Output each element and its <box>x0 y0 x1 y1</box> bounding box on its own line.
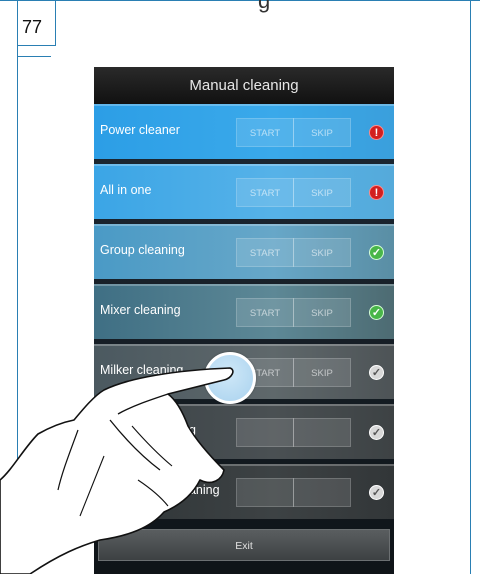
row-label: All in one <box>100 183 152 197</box>
pending-check-icon: ✓ <box>369 365 384 380</box>
row-label: Mixer cleaning <box>100 303 181 317</box>
warning-icon: ! <box>369 125 384 140</box>
cleaning-row-all-in-one: All in one START SKIP ! <box>94 164 394 219</box>
check-icon: ✓ <box>369 245 384 260</box>
page-frame-right <box>470 0 471 574</box>
page-number-underline <box>17 56 51 57</box>
screen-title: Manual cleaning <box>94 67 394 105</box>
skip-button[interactable]: SKIP <box>293 358 351 387</box>
pending-check-icon: ✓ <box>369 425 384 440</box>
cleaning-row-power-cleaner: Power cleaner START SKIP ! <box>94 104 394 159</box>
skip-button[interactable] <box>293 418 351 447</box>
skip-button[interactable]: SKIP <box>293 238 351 267</box>
row-label: Group cleaning <box>100 243 185 257</box>
skip-button[interactable]: SKIP <box>293 178 351 207</box>
start-button[interactable]: START <box>236 298 294 327</box>
page-frame-top <box>0 0 480 1</box>
skip-button[interactable]: SKIP <box>293 118 351 147</box>
page-number: 77 <box>22 17 43 37</box>
check-icon: ✓ <box>369 305 384 320</box>
start-button[interactable]: START <box>236 118 294 147</box>
skip-button[interactable]: SKIP <box>293 298 351 327</box>
start-button[interactable]: START <box>236 178 294 207</box>
row-label: Power cleaner <box>100 123 180 137</box>
clipped-heading-fragment: g <box>258 0 271 13</box>
pending-check-icon: ✓ <box>369 485 384 500</box>
warning-icon: ! <box>369 185 384 200</box>
start-button[interactable]: START <box>236 238 294 267</box>
pointing-hand-icon <box>0 367 234 574</box>
cleaning-row-group-cleaning: Group cleaning START SKIP ✓ <box>94 224 394 279</box>
skip-button[interactable] <box>293 478 351 507</box>
